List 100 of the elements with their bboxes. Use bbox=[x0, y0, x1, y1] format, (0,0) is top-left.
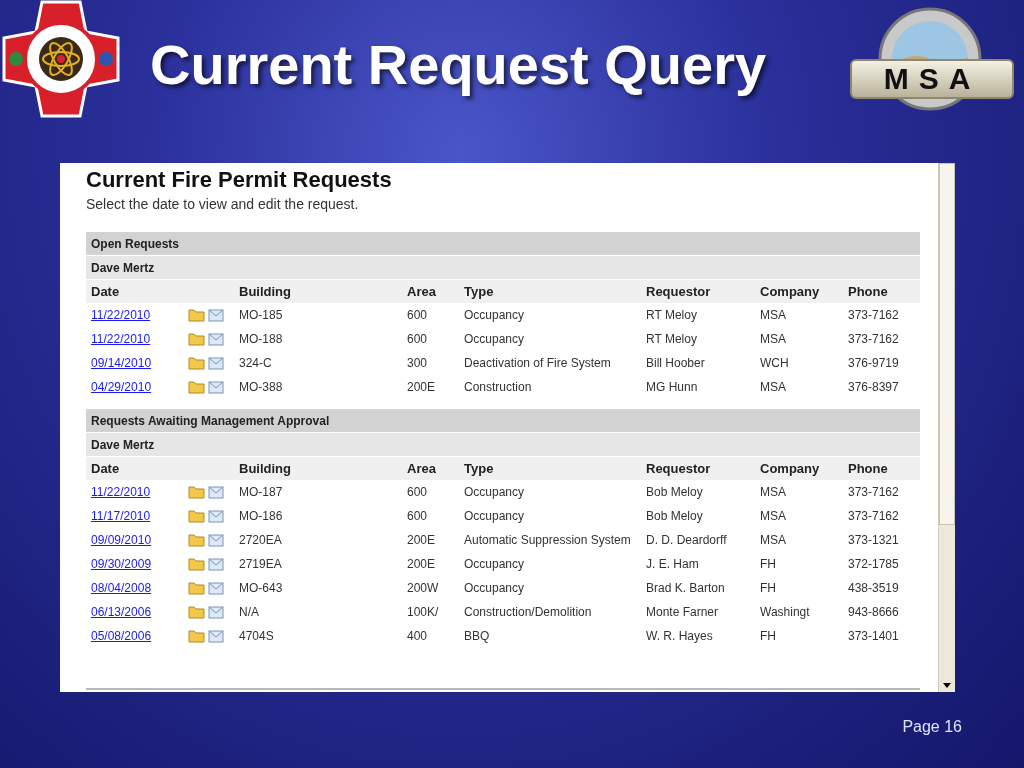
page-subtitle: Select the date to view and edit the request. bbox=[86, 196, 360, 212]
section-header: Requests Awaiting Management Approval bbox=[86, 409, 920, 433]
requestor-cell-text: Bob Meloy bbox=[645, 484, 704, 501]
building-cell-text: 324-C bbox=[238, 355, 273, 372]
date-link[interactable]: 09/30/2009 bbox=[91, 557, 152, 571]
envelope-icon[interactable] bbox=[208, 629, 224, 643]
folder-icon[interactable] bbox=[188, 509, 205, 523]
type-cell-text: Occupancy bbox=[463, 556, 526, 573]
folder-icon[interactable] bbox=[188, 557, 205, 571]
building-cell-text: N/A bbox=[238, 604, 260, 621]
folder-icon[interactable] bbox=[188, 533, 205, 547]
phone-cell-text: 376-8397 bbox=[847, 379, 900, 396]
phone-cell-text: 373-1401 bbox=[847, 628, 900, 645]
requestor-cell-text: MG Hunn bbox=[645, 379, 699, 396]
phone-cell-text: 372-1785 bbox=[847, 556, 900, 573]
date-link[interactable]: 09/09/2010 bbox=[91, 533, 152, 547]
type-cell-text: Occupancy bbox=[463, 484, 526, 501]
area-cell-text: 100K/ bbox=[406, 604, 440, 621]
requestor-cell-text: RT Meloy bbox=[645, 307, 698, 324]
folder-icon[interactable] bbox=[188, 356, 205, 370]
envelope-icon[interactable] bbox=[208, 557, 224, 571]
phone-cell-text: 376-9719 bbox=[847, 355, 900, 372]
company-cell-text: MSA bbox=[759, 331, 787, 348]
date-link[interactable]: 11/22/2010 bbox=[91, 308, 151, 322]
envelope-icon[interactable] bbox=[208, 581, 224, 595]
folder-icon[interactable] bbox=[188, 605, 205, 619]
area-cell-text: 400 bbox=[406, 628, 429, 645]
requestor-cell-text: Monte Farner bbox=[645, 604, 720, 621]
date-link[interactable]: 11/22/2010 bbox=[91, 332, 151, 346]
column-header: Area bbox=[407, 284, 436, 299]
building-cell-text: MO-185 bbox=[238, 307, 284, 324]
column-header: Phone bbox=[848, 461, 888, 476]
phone-cell-text: 438-3519 bbox=[847, 580, 900, 597]
requestor-cell-text: Bob Meloy bbox=[645, 508, 704, 525]
column-header: Company bbox=[760, 284, 820, 299]
date-link[interactable]: 09/14/2010 bbox=[91, 356, 152, 370]
folder-icon[interactable] bbox=[188, 629, 205, 643]
type-cell-text: Deactivation of Fire System bbox=[463, 355, 612, 372]
company-cell-text: WCH bbox=[759, 355, 790, 372]
type-cell-text: BBQ bbox=[463, 628, 491, 645]
column-header: Phone bbox=[848, 284, 888, 299]
envelope-icon[interactable] bbox=[208, 605, 224, 619]
group-header: Dave Mertz bbox=[86, 256, 920, 280]
company-cell-text: MSA bbox=[759, 307, 787, 324]
column-header: Date bbox=[91, 284, 120, 299]
company-cell-text: FH bbox=[759, 580, 777, 597]
type-cell-text: Construction bbox=[463, 379, 533, 396]
date-link[interactable]: 06/13/2006 bbox=[91, 605, 152, 619]
company-cell-text: FH bbox=[759, 556, 777, 573]
fire-department-logo-icon bbox=[2, 0, 120, 118]
page-heading: Current Fire Permit Requests bbox=[86, 167, 393, 193]
column-header: Type bbox=[464, 461, 494, 476]
requestor-cell-text: J. E. Ham bbox=[645, 556, 700, 573]
envelope-icon[interactable] bbox=[208, 509, 224, 523]
company-cell-text: Washingt bbox=[759, 604, 811, 621]
scrollbar[interactable] bbox=[938, 163, 955, 692]
building-cell-text: MO-188 bbox=[238, 331, 284, 348]
building-cell-text: MO-643 bbox=[238, 580, 284, 597]
area-cell-text: 300 bbox=[406, 355, 429, 372]
type-cell-text: Construction/Demolition bbox=[463, 604, 593, 621]
folder-icon[interactable] bbox=[188, 332, 205, 346]
column-header: Building bbox=[239, 461, 291, 476]
date-link[interactable]: 11/17/2010 bbox=[91, 509, 151, 523]
requestor-cell-text: Brad K. Barton bbox=[645, 580, 726, 597]
date-link[interactable]: 05/08/2006 bbox=[91, 629, 152, 643]
company-cell-text: FH bbox=[759, 628, 777, 645]
phone-cell-text: 373-7162 bbox=[847, 484, 900, 501]
folder-icon[interactable] bbox=[188, 308, 205, 322]
building-cell-text: 4704S bbox=[238, 628, 275, 645]
phone-cell-text: 943-8666 bbox=[847, 604, 900, 621]
requestor-cell-text: RT Meloy bbox=[645, 331, 698, 348]
folder-icon[interactable] bbox=[188, 485, 205, 499]
requestor-cell-text: D. D. Deardorff bbox=[645, 532, 728, 549]
area-cell-text: 600 bbox=[406, 331, 429, 348]
phone-cell-text: 373-7162 bbox=[847, 307, 900, 324]
area-cell-text: 200W bbox=[406, 580, 440, 597]
phone-cell-text: 373-7162 bbox=[847, 331, 900, 348]
column-header: Requestor bbox=[646, 461, 711, 476]
envelope-icon[interactable] bbox=[208, 380, 224, 394]
building-cell-text: MO-388 bbox=[238, 379, 284, 396]
requestor-cell-text: W. R. Hayes bbox=[645, 628, 714, 645]
envelope-icon[interactable] bbox=[208, 356, 224, 370]
msa-logo: MSA bbox=[850, 59, 1014, 99]
envelope-icon[interactable] bbox=[208, 485, 224, 499]
folder-icon[interactable] bbox=[188, 581, 205, 595]
requestor-cell-text: Bill Hoober bbox=[645, 355, 706, 372]
date-link[interactable]: 11/22/2010 bbox=[91, 485, 151, 499]
company-cell-text: MSA bbox=[759, 508, 787, 525]
company-cell-text: MSA bbox=[759, 379, 787, 396]
type-cell-text: Occupancy bbox=[463, 508, 526, 525]
date-link[interactable]: 04/29/2010 bbox=[91, 380, 152, 394]
date-link[interactable]: 08/04/2008 bbox=[91, 581, 152, 595]
envelope-icon[interactable] bbox=[208, 332, 224, 346]
envelope-icon[interactable] bbox=[208, 533, 224, 547]
envelope-icon[interactable] bbox=[208, 308, 224, 322]
area-cell-text: 200E bbox=[406, 379, 437, 396]
section-header: Open Requests bbox=[86, 232, 920, 256]
type-cell-text: Automatic Suppression System bbox=[463, 532, 632, 549]
folder-icon[interactable] bbox=[188, 380, 205, 394]
column-header: Requestor bbox=[646, 284, 711, 299]
